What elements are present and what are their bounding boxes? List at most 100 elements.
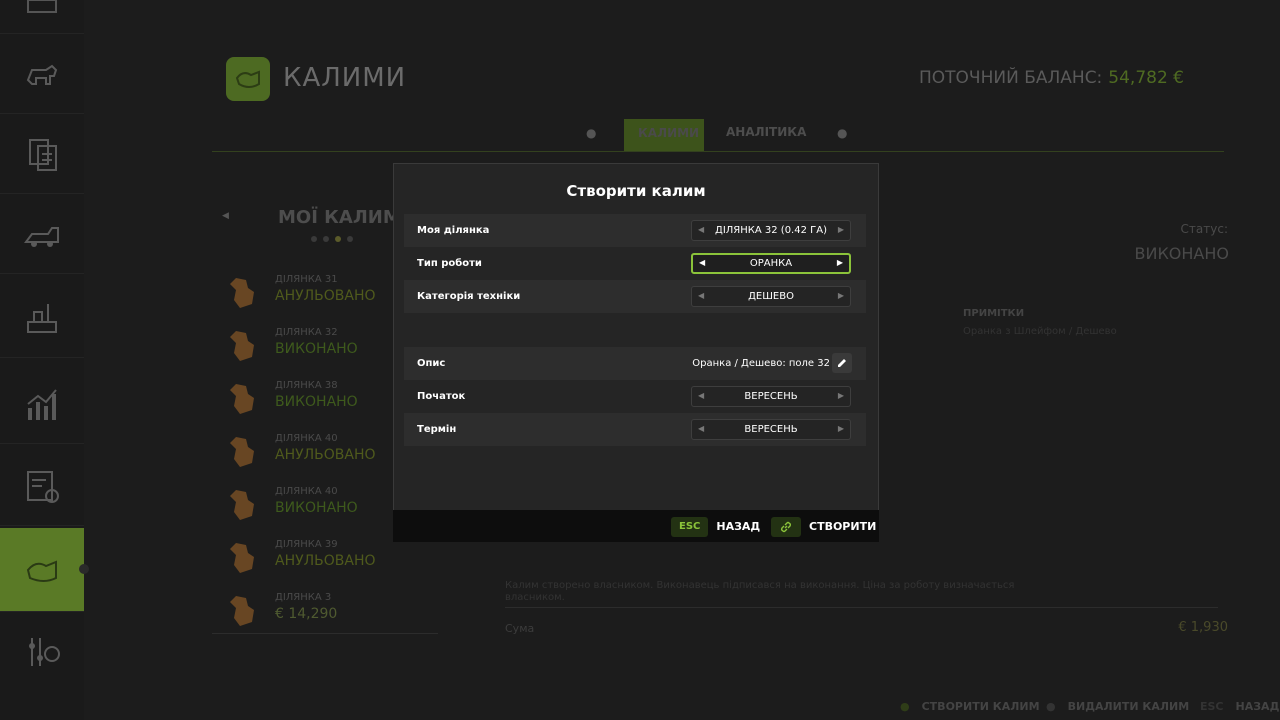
list-prev-arrow-icon[interactable]: ◀ bbox=[222, 211, 229, 221]
list-item-name: ДІЛЯНКА 40 bbox=[275, 486, 338, 497]
arrow-left-icon[interactable]: ◀ bbox=[698, 291, 704, 300]
sidebar-item-statistics[interactable] bbox=[0, 364, 84, 444]
arrow-left-icon[interactable]: ◀ bbox=[698, 225, 704, 234]
key-icon: ● bbox=[900, 700, 910, 713]
arrow-right-icon[interactable]: ▶ bbox=[838, 225, 844, 234]
arrow-right-icon[interactable]: ▶ bbox=[837, 258, 843, 267]
balance-label: ПОТОЧНИЙ БАЛАНС: bbox=[919, 68, 1103, 88]
list-item-status: ВИКОНАНО bbox=[275, 341, 358, 357]
row-work-type: Тип роботи ◀ ОРАНКА ▶ bbox=[404, 247, 866, 280]
selector-value: ДІЛЯНКА 32 (0.42 ГА) bbox=[715, 225, 827, 236]
sidebar-item-production[interactable] bbox=[0, 278, 84, 358]
row-my-plot: Моя ділянка ◀ ДІЛЯНКА 32 (0.42 ГА) ▶ bbox=[404, 214, 866, 247]
sidebar bbox=[0, 0, 89, 720]
row-label: Опис bbox=[417, 358, 446, 369]
balance-value: 54,782 € bbox=[1108, 68, 1184, 88]
vehicles-icon bbox=[24, 226, 59, 247]
row-start: Початок ◀ ВЕРЕСЕНЬ ▶ bbox=[404, 380, 866, 413]
row-label: Категорія техніки bbox=[417, 291, 521, 302]
sidebar-item-contracts[interactable] bbox=[0, 446, 84, 526]
arrow-left-icon[interactable]: ◀ bbox=[698, 391, 704, 400]
list-item-name: ДІЛЯНКА 40 bbox=[275, 433, 338, 444]
selector-value: ОРАНКА bbox=[749, 258, 793, 269]
list-item-name: ДІЛЯНКА 3 bbox=[275, 592, 332, 603]
row-machine-category: Категорія техніки ◀ ДЕШЕВО ▶ bbox=[404, 280, 866, 313]
work-type-selector[interactable]: ◀ ОРАНКА ▶ bbox=[691, 253, 851, 274]
page-title: КАЛИМИ bbox=[283, 63, 407, 93]
sidebar-item-settings[interactable] bbox=[0, 612, 84, 692]
arrow-left-icon[interactable]: ◀ bbox=[698, 424, 704, 433]
animals-icon bbox=[26, 64, 58, 85]
sidebar-item-animals[interactable] bbox=[0, 34, 84, 114]
selector-value: ВЕРЕСЕНЬ bbox=[744, 391, 798, 402]
esc-key: ESC bbox=[671, 516, 709, 537]
tab-analytics[interactable]: АНАЛІТИКА bbox=[712, 119, 820, 151]
dialog-title: Створити калим bbox=[566, 182, 706, 200]
row-label: Моя ділянка bbox=[417, 225, 490, 236]
field-icon bbox=[230, 437, 254, 467]
row-label: Термін bbox=[417, 424, 457, 435]
machine-category-selector[interactable]: ◀ ДЕШЕВО ▶ bbox=[691, 286, 851, 307]
footer-back-hint[interactable]: ESC НАЗАД bbox=[1200, 700, 1279, 713]
sidebar-item-vehicles[interactable] bbox=[0, 194, 84, 274]
list-item-status: ВИКОНАНО bbox=[275, 394, 358, 410]
notes-text: Оранка з Шлейфом / Дешево bbox=[963, 326, 1117, 337]
tab-kalymy[interactable]: КАЛИМИ bbox=[624, 119, 704, 151]
pencil-icon bbox=[838, 359, 846, 367]
sum-value: € 1,930 bbox=[1178, 620, 1228, 635]
contracts-icon bbox=[27, 470, 59, 503]
list-item-status: ВИКОНАНО bbox=[275, 500, 358, 516]
create-button[interactable]: СТВОРИТИ bbox=[771, 516, 876, 537]
list-divider bbox=[212, 633, 438, 634]
create-kalym-dialog: Створити калим Моя ділянка ◀ ДІЛЯНКА 32 … bbox=[393, 163, 879, 510]
settings-icon bbox=[29, 638, 60, 666]
selector-value: ДЕШЕВО bbox=[748, 291, 794, 302]
start-selector[interactable]: ◀ ВЕРЕСЕНЬ ▶ bbox=[691, 386, 851, 407]
tab-next-icon[interactable]: ● bbox=[837, 126, 847, 140]
map-icon bbox=[27, 0, 57, 13]
sidebar-item-map[interactable] bbox=[0, 0, 84, 34]
notes-label: ПРИМІТКИ bbox=[963, 308, 1025, 319]
arrow-left-icon[interactable]: ◀ bbox=[699, 258, 705, 267]
documents-icon bbox=[29, 138, 57, 171]
field-icon bbox=[230, 384, 254, 414]
field-icon bbox=[230, 543, 254, 573]
arrow-right-icon[interactable]: ▶ bbox=[838, 291, 844, 300]
list-item-status: € 14,290 bbox=[275, 606, 338, 622]
production-icon bbox=[27, 303, 57, 333]
list-item-name: ДІЛЯНКА 38 bbox=[275, 380, 338, 391]
list-pager bbox=[311, 236, 353, 242]
statistics-icon bbox=[27, 388, 57, 420]
back-button[interactable]: ESC НАЗАД bbox=[671, 516, 760, 537]
list-item-name: ДІЛЯНКА 32 bbox=[275, 327, 338, 338]
kalym-logo bbox=[226, 57, 270, 101]
list-item[interactable]: ДІЛЯНКА 3 € 14,290 bbox=[228, 590, 438, 643]
key-icon: ● bbox=[1046, 700, 1056, 713]
detail-status-value: ВИКОНАНО bbox=[1134, 244, 1230, 263]
list-item-name: ДІЛЯНКА 31 bbox=[275, 274, 338, 285]
row-label: Тип роботи bbox=[417, 258, 482, 269]
link-icon bbox=[780, 521, 792, 532]
handshake-icon bbox=[235, 70, 260, 88]
field-icon bbox=[230, 490, 254, 520]
sidebar-item-kalym[interactable] bbox=[0, 528, 89, 612]
list-item[interactable]: ДІЛЯНКА 39 АНУЛЬОВАНО bbox=[228, 537, 438, 590]
row-deadline: Термін ◀ ВЕРЕСЕНЬ ▶ bbox=[404, 413, 866, 446]
field-icon bbox=[230, 278, 254, 308]
sidebar-item-documents[interactable] bbox=[0, 114, 84, 194]
list-item-name: ДІЛЯНКА 39 bbox=[275, 539, 338, 550]
footer-delete-hint[interactable]: ● ВИДАЛИТИ КАЛИМ bbox=[1046, 700, 1189, 713]
arrow-right-icon[interactable]: ▶ bbox=[838, 391, 844, 400]
footer-create-hint[interactable]: ● СТВОРИТИ КАЛИМ bbox=[900, 700, 1040, 713]
header-divider bbox=[212, 151, 1224, 152]
tab-prev-icon[interactable]: ● bbox=[586, 126, 596, 140]
kalym-icon bbox=[26, 560, 57, 582]
arrow-right-icon[interactable]: ▶ bbox=[838, 424, 844, 433]
plot-selector[interactable]: ◀ ДІЛЯНКА 32 (0.42 ГА) ▶ bbox=[691, 220, 851, 241]
selector-value: ВЕРЕСЕНЬ bbox=[744, 424, 798, 435]
field-icon bbox=[230, 331, 254, 361]
deadline-selector[interactable]: ◀ ВЕРЕСЕНЬ ▶ bbox=[691, 419, 851, 440]
edit-description-button[interactable] bbox=[832, 353, 852, 373]
field-icon bbox=[230, 596, 254, 626]
detail-divider bbox=[505, 607, 1218, 608]
